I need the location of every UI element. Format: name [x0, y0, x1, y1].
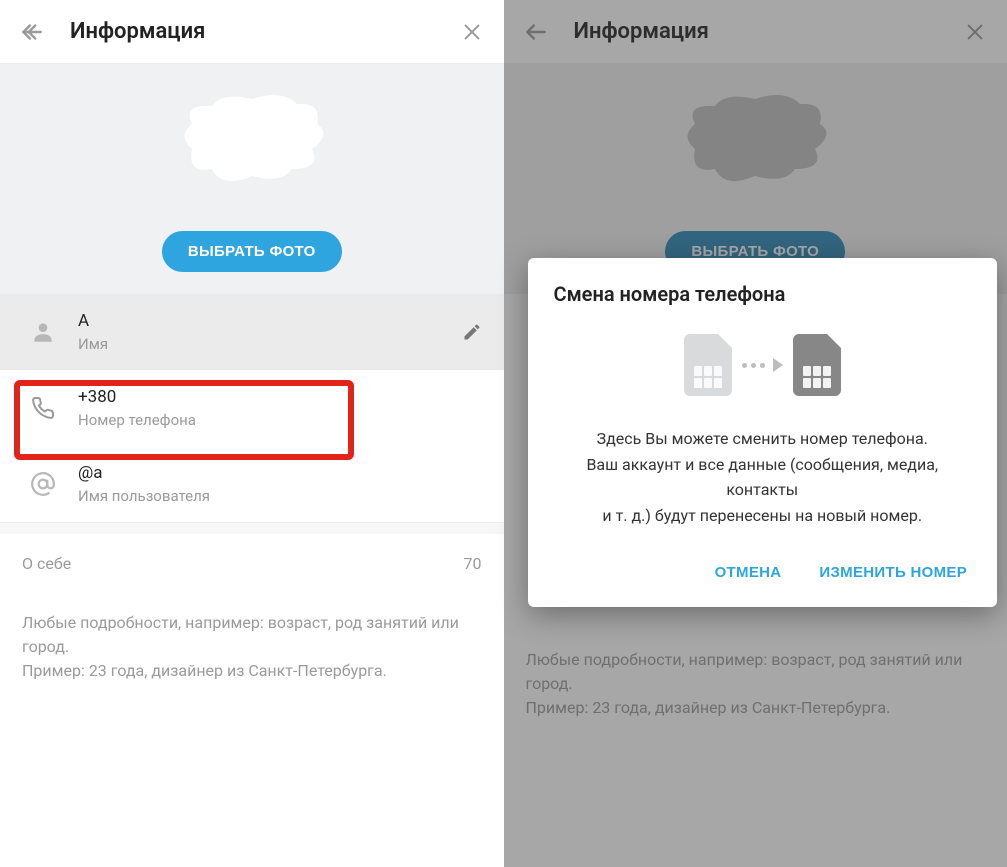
- modal-body: Здесь Вы можете сменить номер телефона. …: [554, 426, 972, 528]
- page-title: Информация: [70, 19, 452, 44]
- close-icon[interactable]: [452, 12, 492, 52]
- about-counter: 70: [464, 554, 482, 573]
- name-label: Имя: [78, 335, 462, 353]
- about-section: О себе 70 Любые подробности, например: в…: [0, 534, 504, 703]
- modal-body-line2: Ваш аккаунт и все данные (сообщения, мед…: [554, 452, 972, 503]
- change-number-button[interactable]: ИЗМЕНИТЬ НОМЕР: [815, 556, 971, 589]
- name-row[interactable]: A Имя: [0, 294, 504, 370]
- avatar-placeholder: [162, 84, 342, 194]
- phone-row[interactable]: +380 Номер телефона: [0, 370, 504, 446]
- left-pane: Информация ВЫБРАТЬ ФОТО A Имя +380 Номер…: [0, 0, 504, 867]
- header: Информация: [0, 0, 504, 64]
- photo-section: ВЫБРАТЬ ФОТО: [0, 64, 504, 294]
- username-label: Имя пользователя: [78, 487, 482, 505]
- edit-pencil-icon[interactable]: [462, 322, 482, 342]
- phone-label: Номер телефона: [78, 411, 482, 429]
- arrow-right-icon: [773, 358, 783, 372]
- at-icon: [22, 471, 64, 497]
- sim-transfer-graphic: [554, 334, 972, 396]
- change-phone-modal: Смена номера телефона Здесь Вы можете см…: [528, 258, 998, 607]
- right-pane: Информация ВЫБРАТЬ ФОТО Любые подробност…: [504, 0, 1007, 867]
- name-value: A: [78, 311, 462, 331]
- choose-photo-button[interactable]: ВЫБРАТЬ ФОТО: [162, 231, 342, 272]
- new-sim-icon: [793, 334, 841, 396]
- modal-body-line3: и т. д.) будут перенесены на новый номер…: [554, 503, 972, 529]
- about-heading[interactable]: О себе: [22, 554, 71, 573]
- modal-body-line1: Здесь Вы можете сменить номер телефона.: [554, 426, 972, 452]
- about-hint-2: Пример: 23 года, дизайнер из Санкт-Петер…: [22, 659, 482, 683]
- transfer-dots-icon: [742, 363, 765, 368]
- person-icon: [22, 319, 64, 345]
- modal-title: Смена номера телефона: [554, 282, 972, 306]
- username-row[interactable]: @a Имя пользователя: [0, 446, 504, 522]
- cancel-button[interactable]: ОТМЕНА: [711, 556, 786, 589]
- username-value: @a: [78, 463, 482, 483]
- phone-value: +380: [78, 387, 482, 407]
- phone-icon: [22, 396, 64, 420]
- old-sim-icon: [684, 334, 732, 396]
- back-arrow-icon[interactable]: [12, 12, 52, 52]
- about-hint-1: Любые подробности, например: возраст, ро…: [22, 611, 482, 659]
